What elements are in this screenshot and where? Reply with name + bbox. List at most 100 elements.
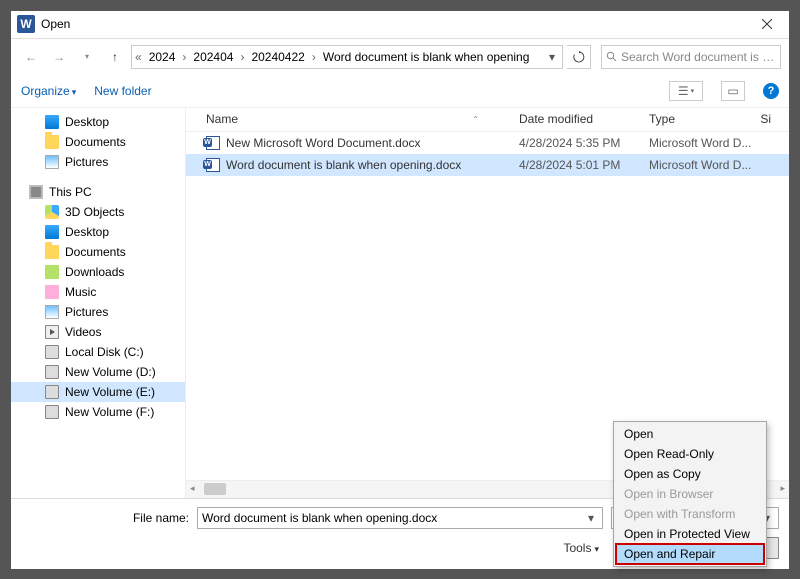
open-options-menu: OpenOpen Read-OnlyOpen as CopyOpen in Br… <box>613 421 767 567</box>
filename-value: Word document is blank when opening.docx <box>202 511 584 525</box>
close-button[interactable] <box>749 14 785 34</box>
tree-item[interactable]: Videos <box>11 322 185 342</box>
search-placeholder: Search Word document is bla... <box>621 50 776 64</box>
column-type[interactable]: Type <box>649 112 759 126</box>
menu-item[interactable]: Open <box>616 424 764 444</box>
disk-icon <box>45 385 59 399</box>
file-type: Microsoft Word D... <box>649 136 759 150</box>
3d-icon <box>45 205 59 219</box>
word-file-icon <box>206 136 220 150</box>
pictures-icon <box>45 305 59 319</box>
word-icon: W <box>17 15 35 33</box>
file-row[interactable]: New Microsoft Word Document.docx4/28/202… <box>186 132 789 154</box>
column-size[interactable]: Si <box>759 112 789 126</box>
file-list-header[interactable]: Name ⌃ Date modified Type Si <box>186 108 789 132</box>
search-input[interactable]: Search Word document is bla... <box>601 45 781 69</box>
tree-item[interactable]: Local Disk (C:) <box>11 342 185 362</box>
music-icon <box>45 285 59 299</box>
tree-item-label: Local Disk (C:) <box>65 345 144 359</box>
column-date[interactable]: Date modified <box>519 112 649 126</box>
tree-item-label: New Volume (D:) <box>65 365 156 379</box>
menu-item[interactable]: Open in Protected View <box>616 524 764 544</box>
downloads-icon <box>45 265 59 279</box>
tree-item[interactable]: Desktop <box>11 112 185 132</box>
breadcrumb-overflow[interactable]: « <box>134 50 143 64</box>
tree-item-label: Documents <box>65 245 126 259</box>
tree-item-label: New Volume (E:) <box>65 385 155 399</box>
chevron-right-icon <box>239 50 245 64</box>
tree-item[interactable]: Pictures <box>11 302 185 322</box>
tree-item-label: Pictures <box>65 155 108 169</box>
chevron-right-icon <box>311 50 317 64</box>
column-name[interactable]: Name ⌃ <box>194 112 519 126</box>
help-button[interactable]: ? <box>763 83 779 99</box>
filename-input[interactable]: Word document is blank when opening.docx <box>197 507 603 529</box>
menu-item[interactable]: Open as Copy <box>616 464 764 484</box>
desktop-icon <box>45 225 59 239</box>
nav-row: ← → ▾ ↑ « 2024 202404 20240422 Word docu… <box>11 39 789 75</box>
file-type: Microsoft Word D... <box>649 158 759 172</box>
tree-item-label: Pictures <box>65 305 108 319</box>
tree-item[interactable]: Desktop <box>11 222 185 242</box>
menu-item: Open in Browser <box>616 484 764 504</box>
back-button[interactable]: ← <box>19 45 43 69</box>
scrollbar-thumb[interactable] <box>204 483 226 495</box>
tree-item-label: Videos <box>65 325 101 339</box>
toolbar: Organize New folder ☰ ▭ ? <box>11 75 789 107</box>
tree-item[interactable]: Music <box>11 282 185 302</box>
breadcrumb-bar[interactable]: « 2024 202404 20240422 Word document is … <box>131 45 563 69</box>
tree-item-label: Downloads <box>65 265 124 279</box>
word-file-icon <box>206 158 220 172</box>
preview-pane-button[interactable]: ▭ <box>721 81 745 101</box>
videos-icon <box>45 325 59 339</box>
organize-menu[interactable]: Organize <box>21 84 76 98</box>
forward-button[interactable]: → <box>47 45 71 69</box>
open-dialog: W Open ← → ▾ ↑ « 2024 202404 20240422 Wo… <box>10 10 790 570</box>
tree-item[interactable]: Documents <box>11 132 185 152</box>
chevron-down-icon <box>72 87 77 97</box>
tree-item-label: Music <box>65 285 96 299</box>
tree-item[interactable]: New Volume (F:) <box>11 402 185 422</box>
chevron-down-icon[interactable] <box>584 511 598 525</box>
tree-item-label: 3D Objects <box>65 205 124 219</box>
tree-item[interactable]: New Volume (E:) <box>11 382 185 402</box>
search-icon <box>606 51 617 62</box>
tree-item[interactable]: Documents <box>11 242 185 262</box>
menu-item[interactable]: Open Read-Only <box>616 444 764 464</box>
tree-item-label: This PC <box>49 185 92 199</box>
tree-item[interactable]: Downloads <box>11 262 185 282</box>
refresh-button[interactable] <box>567 45 591 69</box>
scroll-left-icon[interactable]: ◂ <box>190 483 195 494</box>
file-date: 4/28/2024 5:01 PM <box>519 158 649 172</box>
breadcrumb-segment[interactable]: 20240422 <box>247 50 308 64</box>
new-folder-button[interactable]: New folder <box>94 84 151 98</box>
navigation-tree[interactable]: DesktopDocumentsPictures This PC 3D Obje… <box>11 108 186 498</box>
filename-label: File name: <box>21 511 189 525</box>
menu-item[interactable]: Open and Repair <box>616 544 764 564</box>
breadcrumb-segment[interactable]: 2024 <box>145 50 180 64</box>
sort-indicator-icon: ⌃ <box>472 115 479 124</box>
disk-icon <box>45 365 59 379</box>
tree-item[interactable]: 3D Objects <box>11 202 185 222</box>
tree-item-label: New Volume (F:) <box>65 405 154 419</box>
view-options-button[interactable]: ☰ <box>669 81 703 101</box>
pictures-icon <box>45 155 59 169</box>
tree-item[interactable]: New Volume (D:) <box>11 362 185 382</box>
chevron-down-icon <box>594 544 599 554</box>
menu-item: Open with Transform <box>616 504 764 524</box>
tools-menu[interactable]: Tools <box>563 541 599 555</box>
recent-locations-button[interactable]: ▾ <box>75 45 99 69</box>
file-row[interactable]: Word document is blank when opening.docx… <box>186 154 789 176</box>
tree-item-this-pc[interactable]: This PC <box>11 182 185 202</box>
breadcrumb-segment[interactable]: 202404 <box>189 50 237 64</box>
scroll-right-icon[interactable]: ▸ <box>780 483 785 494</box>
breadcrumb-segment[interactable]: Word document is blank when opening <box>319 50 534 64</box>
breadcrumb-dropdown[interactable] <box>544 50 560 64</box>
refresh-icon <box>573 51 585 63</box>
pc-icon <box>29 185 43 199</box>
title-bar: W Open <box>11 11 789 39</box>
folder-icon <box>45 245 59 259</box>
tree-item[interactable]: Pictures <box>11 152 185 172</box>
up-button[interactable]: ↑ <box>103 45 127 69</box>
tree-item-label: Desktop <box>65 225 109 239</box>
